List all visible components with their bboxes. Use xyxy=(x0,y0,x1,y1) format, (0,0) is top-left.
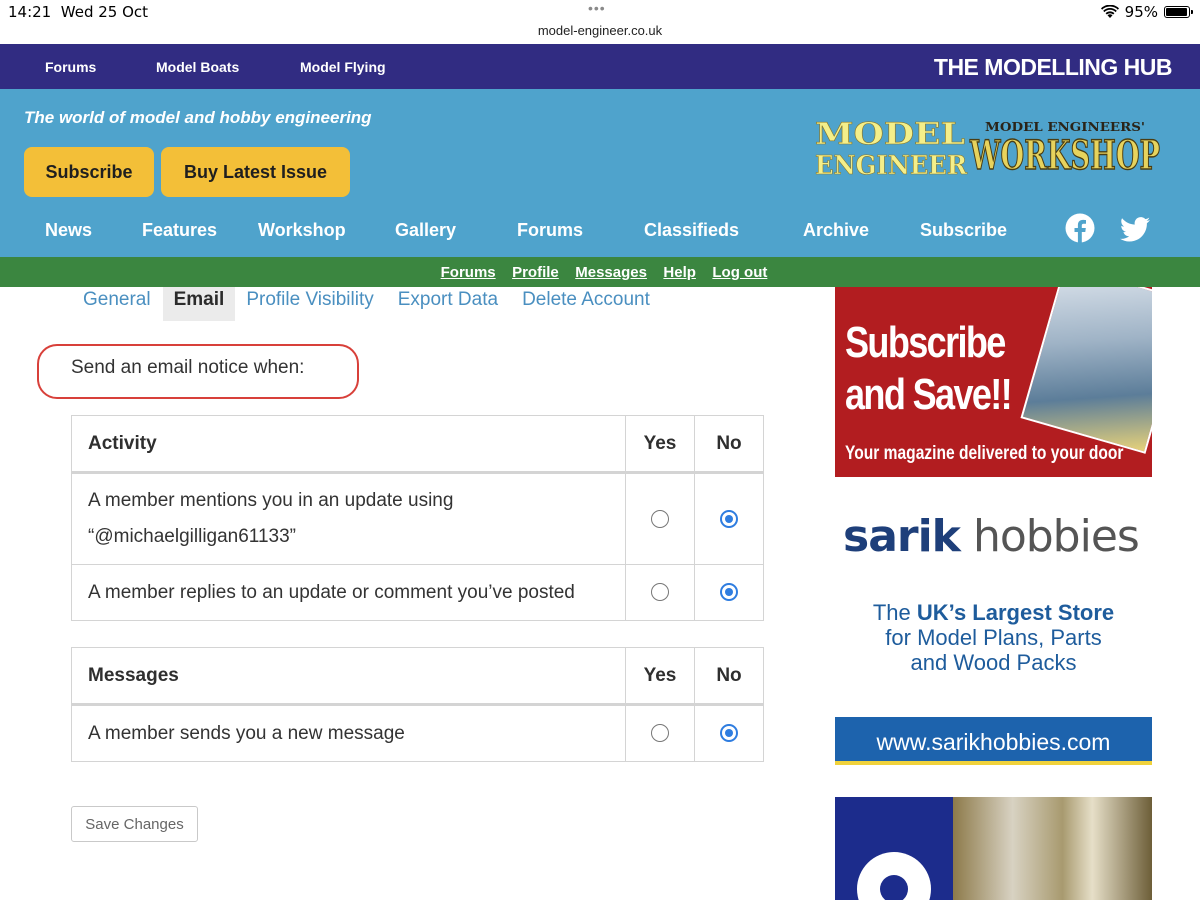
site-tagline: The world of model and hobby engineering xyxy=(24,108,372,127)
reply-no-radio[interactable] xyxy=(720,583,738,602)
email-notice-heading: Send an email notice when: xyxy=(71,357,305,378)
multitasking-dots-icon[interactable]: ••• xyxy=(588,0,606,16)
site-logo[interactable]: MODEL ENGINEER MODEL ENGINEERS' WORKSHOP xyxy=(813,117,1163,177)
userbar-help[interactable]: Help xyxy=(663,264,696,281)
status-bar: 14:21 Wed 25 Oct ••• model-engineer.co.u… xyxy=(0,0,1200,44)
notification-label: A member sends you a new message xyxy=(71,704,626,762)
settings-tabs: General Email Profile Visibility Export … xyxy=(72,287,661,321)
battery-icon xyxy=(1164,6,1193,18)
table-row: A member sends you a new message xyxy=(71,704,764,762)
yes-column-header: Yes xyxy=(625,415,695,474)
modelling-hub-title[interactable]: THE MODELLING HUB xyxy=(934,54,1173,81)
messages-notification-table: Messages Yes No A member sends you a new… xyxy=(71,647,764,762)
messages-header: Messages xyxy=(71,647,626,706)
topnav-forums[interactable]: Forums xyxy=(45,59,96,75)
wifi-icon xyxy=(1100,5,1119,18)
gear-logo-icon xyxy=(857,852,931,900)
message-yes-radio[interactable] xyxy=(651,724,669,743)
userbar-log-out[interactable]: Log out xyxy=(712,264,767,281)
notification-label: A member mentions you in an update using… xyxy=(71,472,626,565)
userbar-profile[interactable]: Profile xyxy=(512,264,559,281)
table-row: A member replies to an update or comment… xyxy=(71,564,764,621)
ad-headline: Subscribe and Save!! xyxy=(845,318,1013,419)
mention-yes-radio[interactable] xyxy=(651,509,669,528)
yes-column-header: Yes xyxy=(625,647,695,706)
table-row: A member mentions you in an update using… xyxy=(71,472,764,565)
buy-latest-issue-button[interactable]: Buy Latest Issue xyxy=(161,147,350,197)
userbar-forums[interactable]: Forums xyxy=(441,264,496,281)
topnav-model-flying[interactable]: Model Flying xyxy=(300,59,386,75)
tab-email[interactable]: Email xyxy=(162,287,236,321)
tab-delete-account[interactable]: Delete Account xyxy=(511,287,661,321)
ad-subtitle: Your magazine delivered to your door xyxy=(845,443,1124,464)
battery-percent: 95% xyxy=(1124,3,1158,21)
twitter-icon[interactable] xyxy=(1120,217,1150,242)
cowells-ad[interactable] xyxy=(835,797,1152,900)
nav-classifieds[interactable]: Classifieds xyxy=(644,220,739,241)
subscribe-save-ad[interactable]: Subscribe and Save!! Your magazine deliv… xyxy=(835,287,1152,477)
no-column-header: No xyxy=(694,415,764,474)
nav-forums[interactable]: Forums xyxy=(517,220,583,241)
topnav-model-boats[interactable]: Model Boats xyxy=(156,59,239,75)
notification-label: A member replies to an update or comment… xyxy=(71,564,626,621)
svg-text:WORKSHOP: WORKSHOP xyxy=(969,132,1160,177)
activity-header: Activity xyxy=(71,415,626,474)
status-time: 14:21 Wed 25 Oct xyxy=(8,3,149,21)
nav-subscribe[interactable]: Subscribe xyxy=(920,220,1007,241)
activity-notification-table: Activity Yes No A member mentions you in… xyxy=(71,415,764,621)
mention-no-radio[interactable] xyxy=(720,509,738,528)
ad-tagline: The UK’s Largest Store for Model Plans, … xyxy=(872,600,1115,675)
reply-yes-radio[interactable] xyxy=(651,583,669,602)
lathe-photo xyxy=(953,797,1152,900)
top-nav: Forums Model Boats Model Flying THE MODE… xyxy=(0,44,1200,89)
sarik-hobbies-ad[interactable]: sarik hobbies The UK’s Largest Store for… xyxy=(835,497,1152,769)
nav-gallery[interactable]: Gallery xyxy=(395,220,456,241)
svg-text:ENGINEER: ENGINEER xyxy=(815,151,967,177)
svg-text:MODEL: MODEL xyxy=(815,117,965,152)
nav-archive[interactable]: Archive xyxy=(803,220,869,241)
tab-profile-visibility[interactable]: Profile Visibility xyxy=(235,287,384,321)
tab-general[interactable]: General xyxy=(72,287,162,321)
subscribe-button[interactable]: Subscribe xyxy=(24,147,154,197)
sarik-logo: sarik hobbies xyxy=(843,511,1140,562)
user-bar: Forums Profile Messages Help Log out xyxy=(0,257,1200,287)
message-no-radio[interactable] xyxy=(720,724,738,743)
save-changes-button[interactable]: Save Changes xyxy=(71,806,198,842)
site-header: The world of model and hobby engineering… xyxy=(0,89,1200,257)
nav-workshop[interactable]: Workshop xyxy=(258,220,346,241)
facebook-icon[interactable] xyxy=(1065,213,1095,243)
status-indicators: 95% xyxy=(1100,3,1193,21)
magazine-cover-image xyxy=(1020,287,1152,454)
ad-url-banner: www.sarikhobbies.com xyxy=(835,717,1152,765)
tab-export-data[interactable]: Export Data xyxy=(387,287,509,321)
nav-features[interactable]: Features xyxy=(142,220,217,241)
address-url[interactable]: model-engineer.co.uk xyxy=(0,23,1200,38)
no-column-header: No xyxy=(694,647,764,706)
userbar-messages[interactable]: Messages xyxy=(575,264,647,281)
nav-news[interactable]: News xyxy=(45,220,92,241)
